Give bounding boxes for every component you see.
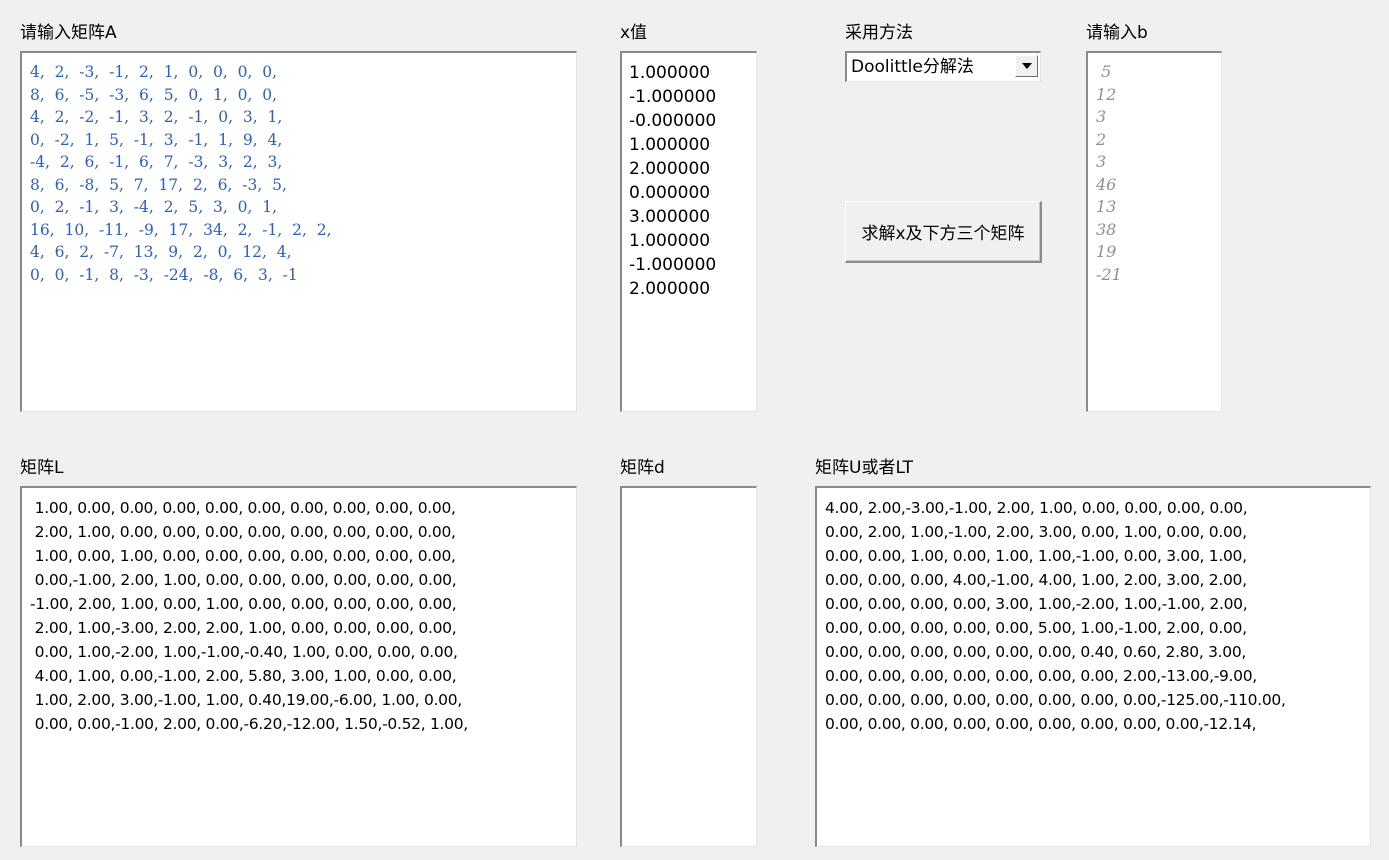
x-value-row: -0.000000 xyxy=(629,111,717,131)
matrix-l-row: 2.00, 1.00,-3.00, 2.00, 2.00, 1.00, 0.00… xyxy=(30,619,457,637)
method-select-value: Doolittle分解法 xyxy=(851,57,974,77)
x-value-row: 0.000000 xyxy=(629,183,711,203)
matrix-a-row: 16, 10, -11, -9, 17, 34, 2, -1, 2, 2, xyxy=(30,220,332,239)
b-value-row: 38 xyxy=(1096,219,1117,239)
x-value-row: 3.000000 xyxy=(629,207,711,227)
matrix-u-row: 0.00, 0.00, 0.00, 4.00,-1.00, 4.00, 1.00… xyxy=(825,571,1247,589)
matrix-a-row: 4, 2, -2, -1, 3, 2, -1, 0, 3, 1, xyxy=(30,108,283,126)
matrix-u-row: 0.00, 0.00, 1.00, 0.00, 1.00, 1.00,-1.00… xyxy=(825,547,1247,565)
solve-button[interactable]: 求解x及下方三个矩阵 xyxy=(845,201,1042,263)
matrix-l-label: 矩阵L xyxy=(20,458,64,478)
x-value-row: -1.000000 xyxy=(629,87,717,107)
matrix-d-output[interactable] xyxy=(620,486,757,847)
matrix-a-row: 8, 6, -8, 5, 7, 17, 2, 6, -3, 5, xyxy=(30,175,287,194)
x-value-row: 1.000000 xyxy=(629,231,711,251)
matrix-l-row: 0.00,-1.00, 2.00, 1.00, 0.00, 0.00, 0.00… xyxy=(30,571,457,589)
chevron-down-icon xyxy=(1022,63,1032,69)
matrix-a-row: 4, 6, 2, -7, 13, 9, 2, 0, 12, 4, xyxy=(30,243,292,261)
matrix-l-row: 1.00, 0.00, 0.00, 0.00, 0.00, 0.00, 0.00… xyxy=(30,499,456,517)
b-value-row: 3 xyxy=(1096,107,1107,126)
b-value-row: 5 xyxy=(1096,62,1112,81)
matrix-l-row: 1.00, 2.00, 3.00,-1.00, 1.00, 0.40,19.00… xyxy=(30,691,463,709)
x-values-output[interactable]: 1.000000 -1.000000 -0.000000 1.000000 2.0000… xyxy=(620,51,757,412)
b-value-row: 3 xyxy=(1096,152,1107,171)
matrix-l-row: 0.00, 1.00,-2.00, 1.00,-1.00,-0.40, 1.00… xyxy=(30,643,458,661)
matrix-u-row: 0.00, 0.00, 0.00, 0.00, 3.00, 1.00,-2.00… xyxy=(825,595,1248,613)
matrix-l-row: 4.00, 1.00, 0.00,-1.00, 2.00, 5.80, 3.00… xyxy=(30,667,457,685)
matrix-a-row: 0, 2, -1, 3, -4, 2, 5, 3, 0, 1, xyxy=(30,198,278,216)
x-value-row: 2.000000 xyxy=(629,159,711,179)
b-value-row: 2 xyxy=(1096,129,1107,149)
b-value-row: 12 xyxy=(1096,84,1117,104)
matrix-a-row: 4, 2, -3, -1, 2, 1, 0, 0, 0, 0, xyxy=(30,63,278,81)
matrix-u-row: 0.00, 0.00, 0.00, 0.00, 0.00, 0.00, 0.40… xyxy=(825,643,1247,661)
matrix-l-row: -1.00, 2.00, 1.00, 0.00, 1.00, 0.00, 0.0… xyxy=(30,595,457,613)
x-value-row: 1.000000 xyxy=(629,135,711,155)
matrix-u-row: 4.00, 2.00,-3.00,-1.00, 2.00, 1.00, 0.00… xyxy=(825,499,1248,517)
matrix-u-row: 0.00, 0.00, 0.00, 0.00, 0.00, 0.00, 0.00… xyxy=(825,691,1286,709)
matrix-l-row: 1.00, 0.00, 1.00, 0.00, 0.00, 0.00, 0.00… xyxy=(30,547,456,565)
method-label: 采用方法 xyxy=(845,23,913,43)
x-value-row: 1.000000 xyxy=(629,63,711,83)
b-value-row: 13 xyxy=(1096,197,1117,216)
b-value-row: -21 xyxy=(1096,264,1122,284)
matrix-u-row: 0.00, 0.00, 0.00, 0.00, 0.00, 0.00, 0.00… xyxy=(825,715,1257,733)
matrix-a-row: 0, -2, 1, 5, -1, 3, -1, 1, 9, 4, xyxy=(30,130,283,149)
matrix-u-row: 0.00, 2.00, 1.00,-1.00, 2.00, 3.00, 0.00… xyxy=(825,523,1247,541)
matrix-a-row: -4, 2, 6, -1, 6, 7, -3, 3, 2, 3, xyxy=(30,153,283,171)
matrix-u-row: 0.00, 0.00, 0.00, 0.00, 0.00, 0.00, 0.00… xyxy=(825,667,1257,685)
matrix-a-row: 0, 0, -1, 8, -3, -24, -8, 6, 3, -1 xyxy=(30,265,298,284)
matrix-a-label: 请输入矩阵A xyxy=(20,23,117,43)
dropdown-button[interactable] xyxy=(1015,55,1038,77)
b-value-row: 46 xyxy=(1096,174,1117,194)
matrix-l-row: 2.00, 1.00, 0.00, 0.00, 0.00, 0.00, 0.00… xyxy=(30,523,456,541)
matrix-d-label: 矩阵d xyxy=(620,458,665,478)
vector-b-input[interactable]: 5 12 3 2 3 46 13 38 19 -21 xyxy=(1086,51,1222,412)
matrix-u-row: 0.00, 0.00, 0.00, 0.00, 0.00, 5.00, 1.00… xyxy=(825,619,1247,637)
matrix-u-label: 矩阵U或者LT xyxy=(815,458,913,478)
method-select[interactable]: Doolittle分解法 xyxy=(845,51,1041,82)
x-value-row: 2.000000 xyxy=(629,279,711,299)
x-value-row: -1.000000 xyxy=(629,255,717,275)
matrix-a-row: 8, 6, -5, -3, 6, 5, 0, 1, 0, 0, xyxy=(30,85,278,104)
matrix-l-row: 0.00, 0.00,-1.00, 2.00, 0.00,-6.20,-12.0… xyxy=(30,715,469,733)
b-value-row: 19 xyxy=(1096,242,1117,261)
matrix-a-input[interactable]: 4, 2, -3, -1, 2, 1, 0, 0, 0, 0, 8, 6, -5,… xyxy=(20,51,577,412)
matrix-l-output[interactable]: 1.00, 0.00, 0.00, 0.00, 0.00, 0.00, 0.00… xyxy=(20,486,577,847)
matrix-u-output[interactable]: 4.00, 2.00,-3.00,-1.00, 2.00, 1.00, 0.00… xyxy=(815,486,1371,847)
vector-b-label: 请输入b xyxy=(1086,23,1148,43)
x-values-label: x值 xyxy=(620,23,648,43)
